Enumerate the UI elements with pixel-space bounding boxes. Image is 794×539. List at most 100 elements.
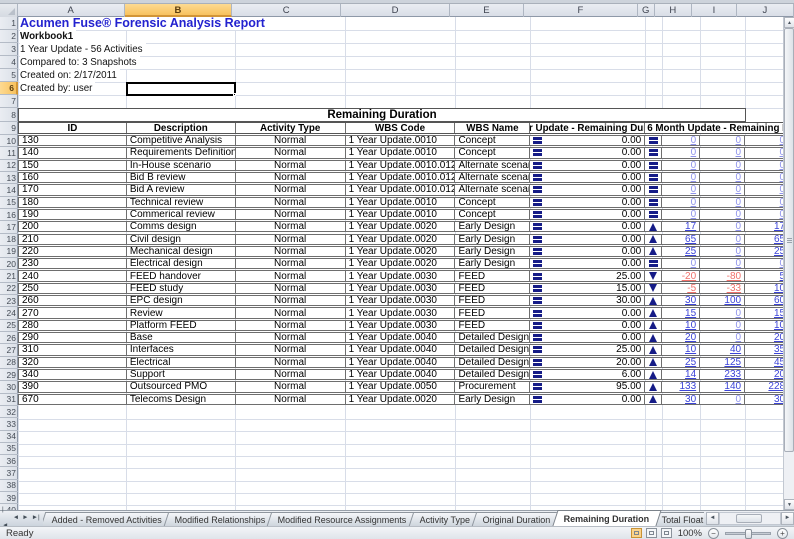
- cell-one-year-value[interactable]: 25.00: [530, 271, 645, 280]
- cell-six-month-variance[interactable]: 0: [662, 173, 700, 182]
- cell-six-month-trend[interactable]: [645, 296, 662, 305]
- cell-six-month-trend[interactable]: [645, 271, 662, 280]
- cell-wbs-code[interactable]: 1 Year Update.0030: [346, 296, 456, 305]
- cell-description[interactable]: Technical review: [127, 198, 236, 207]
- cell-description[interactable]: Electrical: [127, 358, 236, 367]
- row-header-10[interactable]: 10: [0, 135, 18, 147]
- cell-id[interactable]: 240: [19, 271, 127, 280]
- header-one-year-remaining-duration[interactable]: 1 Year Update - Remaining Duration: [530, 123, 645, 133]
- sheet-tab-added-removed-activities[interactable]: Added - Removed Activities: [43, 512, 173, 526]
- cell-wbs-name[interactable]: Alternate scenario: [455, 173, 530, 182]
- cell-id[interactable]: 290: [19, 333, 127, 342]
- row-header-9[interactable]: 9: [0, 122, 18, 135]
- cell-description[interactable]: Electrical design: [127, 259, 236, 268]
- cell-description[interactable]: Interfaces: [127, 345, 236, 354]
- cell-wbs-name[interactable]: FEED: [455, 321, 530, 330]
- row-header-38[interactable]: 38: [0, 480, 18, 492]
- row-header-28[interactable]: 28: [0, 357, 18, 369]
- row-header-23[interactable]: 23: [0, 295, 18, 307]
- sheet-tab-modified-resource-assignments[interactable]: Modified Resource Assignments: [267, 512, 418, 526]
- cell-six-month-percent[interactable]: 0: [700, 247, 745, 256]
- cell-six-month-percent[interactable]: 140: [700, 382, 745, 391]
- horizontal-scrollbar[interactable]: [719, 512, 781, 525]
- cell-six-month-percent[interactable]: 0: [700, 235, 745, 244]
- row-header-22[interactable]: 22: [0, 283, 18, 295]
- cell-id[interactable]: 280: [19, 321, 127, 330]
- row-header-11[interactable]: 11: [0, 147, 18, 159]
- cell-description[interactable]: Platform FEED: [127, 321, 236, 330]
- row-header-27[interactable]: 27: [0, 344, 18, 356]
- cell-six-month-variance[interactable]: 0: [662, 210, 700, 219]
- cell-id[interactable]: 160: [19, 173, 127, 182]
- cell-six-month-percent[interactable]: 0: [700, 185, 745, 194]
- cell-id[interactable]: 150: [19, 161, 127, 170]
- cell-six-month-percent[interactable]: -33: [700, 284, 745, 293]
- cell-activity-type[interactable]: Normal: [236, 247, 346, 256]
- column-header-E[interactable]: E: [450, 4, 524, 17]
- cell-activity-type[interactable]: Normal: [236, 382, 346, 391]
- row-header-13[interactable]: 13: [0, 172, 18, 184]
- header-activity-type[interactable]: Activity Type: [236, 123, 346, 133]
- zoom-slider-thumb[interactable]: [745, 529, 752, 539]
- column-header-F[interactable]: F: [524, 4, 638, 17]
- cell-wbs-name[interactable]: Alternate scenario: [455, 185, 530, 194]
- cell-wbs-code[interactable]: 1 Year Update.0030: [346, 284, 456, 293]
- cell-id[interactable]: 270: [19, 308, 127, 317]
- scroll-down-button[interactable]: ▼: [784, 499, 794, 510]
- cell-six-month-variance[interactable]: 25: [662, 358, 700, 367]
- next-sheet-button[interactable]: ►: [22, 510, 28, 526]
- header-description[interactable]: Description: [127, 123, 236, 133]
- cell-wbs-code[interactable]: 1 Year Update.0040: [346, 358, 456, 367]
- cell-id[interactable]: 190: [19, 210, 127, 219]
- cell-wbs-code[interactable]: 1 Year Update.0010.0120: [346, 161, 456, 170]
- row-header-33[interactable]: 33: [0, 418, 18, 430]
- cell-one-year-value[interactable]: 0.00: [530, 222, 645, 231]
- worksheet-area[interactable]: ABCDEFGHIJ 12345678910111213141516171819…: [0, 4, 794, 510]
- cell-six-month-percent[interactable]: 0: [700, 333, 745, 342]
- cell-one-year-value[interactable]: 0.00: [530, 161, 645, 170]
- cell-six-month-variance[interactable]: 10: [662, 321, 700, 330]
- cell-six-month-trend[interactable]: [645, 148, 662, 157]
- cell-one-year-value[interactable]: 0.00: [530, 198, 645, 207]
- cell-six-month-trend[interactable]: [645, 284, 662, 293]
- cell-six-month-percent[interactable]: 0: [700, 173, 745, 182]
- cell-six-month-variance[interactable]: 30: [662, 296, 700, 305]
- cell-six-month-variance[interactable]: 14: [662, 370, 700, 379]
- cell-wbs-code[interactable]: 1 Year Update.0020: [346, 222, 456, 231]
- cell-activity-type[interactable]: Normal: [236, 222, 346, 231]
- cell-wbs-code[interactable]: 1 Year Update.0010: [346, 198, 456, 207]
- cell-wbs-code[interactable]: 1 Year Update.0010: [346, 210, 456, 219]
- column-header-J[interactable]: J: [737, 4, 794, 17]
- cell-id[interactable]: 310: [19, 345, 127, 354]
- row-header-1[interactable]: 1: [0, 17, 18, 30]
- column-header-D[interactable]: D: [341, 4, 450, 17]
- row-header-21[interactable]: 21: [0, 270, 18, 282]
- cell-six-month-variance[interactable]: 30: [662, 395, 700, 404]
- cell-description[interactable]: Mechanical design: [127, 247, 236, 256]
- cell-id[interactable]: 210: [19, 235, 127, 244]
- row-header-17[interactable]: 17: [0, 221, 18, 233]
- cell-id[interactable]: 260: [19, 296, 127, 305]
- cell-one-year-value[interactable]: 0.00: [530, 235, 645, 244]
- cell-description[interactable]: EPC design: [127, 296, 236, 305]
- cell-six-month-percent[interactable]: 0: [700, 198, 745, 207]
- cell-one-year-value[interactable]: 0.00: [530, 247, 645, 256]
- row-header-29[interactable]: 29: [0, 369, 18, 381]
- cell-id[interactable]: 140: [19, 148, 127, 157]
- cell-one-year-value[interactable]: 0.00: [530, 185, 645, 194]
- cell-id[interactable]: 340: [19, 370, 127, 379]
- cell-wbs-name[interactable]: Concept: [455, 198, 530, 207]
- cell-six-month-variance[interactable]: 65: [662, 235, 700, 244]
- cell-description[interactable]: In-House scenario: [127, 161, 236, 170]
- row-header-34[interactable]: 34: [0, 431, 18, 443]
- cell-activity-type[interactable]: Normal: [236, 271, 346, 280]
- cell-activity-type[interactable]: Normal: [236, 148, 346, 157]
- cell-six-month-variance[interactable]: 0: [662, 136, 700, 145]
- cell-wbs-code[interactable]: 1 Year Update.0040: [346, 370, 456, 379]
- row-header-37[interactable]: 37: [0, 467, 18, 479]
- cell-six-month-variance[interactable]: 0: [662, 148, 700, 157]
- cell-activity-type[interactable]: Normal: [236, 333, 346, 342]
- cell-six-month-variance[interactable]: 25: [662, 247, 700, 256]
- cell-id[interactable]: 250: [19, 284, 127, 293]
- cell-id[interactable]: 230: [19, 259, 127, 268]
